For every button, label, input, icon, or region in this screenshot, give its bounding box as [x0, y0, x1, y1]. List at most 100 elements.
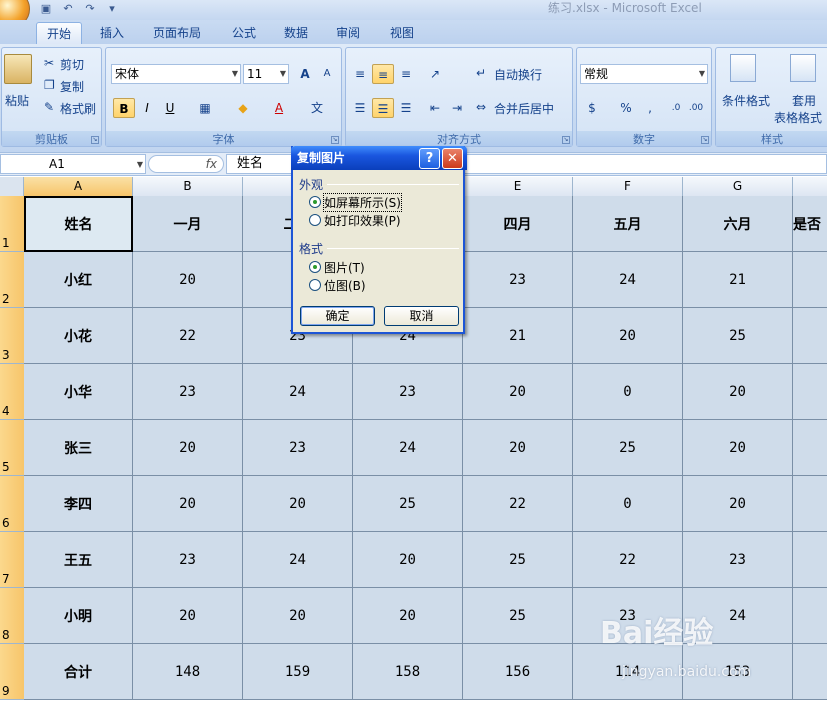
radio-as-shown-when-printed[interactable]: 如打印效果(P) [309, 212, 401, 228]
name-cell[interactable]: 小花 [24, 308, 133, 364]
table-cell[interactable]: 20 [353, 532, 463, 588]
table-cell[interactable]: 0 [573, 476, 683, 532]
radio-picture[interactable]: 图片(T) [309, 259, 365, 275]
header-cell[interactable]: 姓名 [24, 196, 133, 252]
table-cell[interactable]: 25 [683, 308, 793, 364]
table-cell[interactable]: 23 [243, 420, 353, 476]
table-cell[interactable]: 0 [573, 364, 683, 420]
table-cell[interactable]: 25 [573, 420, 683, 476]
column-header-h[interactable] [793, 177, 827, 196]
table-cell[interactable]: 21 [463, 308, 573, 364]
insert-function-button[interactable]: fx [148, 155, 224, 173]
radio-bitmap[interactable]: 位图(B) [309, 277, 366, 293]
table-cell[interactable] [793, 364, 827, 420]
table-cell[interactable]: 25 [353, 476, 463, 532]
increase-decimal-icon[interactable]: .0 [665, 98, 687, 118]
align-right-icon[interactable]: ☰ [395, 98, 417, 118]
table-cell[interactable]: 25 [463, 532, 573, 588]
name-cell[interactable]: 王五 [24, 532, 133, 588]
undo-icon[interactable]: ↶ [60, 2, 76, 16]
customize-qat-icon[interactable]: ▾ [104, 2, 120, 16]
column-header-f[interactable]: F [573, 177, 683, 196]
format-painter-icon[interactable]: ✎ [44, 100, 54, 114]
radio-as-shown-on-screen[interactable]: 如屏幕所示(S) [309, 192, 402, 212]
align-middle-icon[interactable]: ≡ [372, 64, 394, 84]
number-launcher-icon[interactable]: ↘ [701, 136, 709, 144]
row-header[interactable]: 8 [0, 588, 24, 644]
table-cell[interactable]: 23 [133, 532, 243, 588]
row-header[interactable]: 7 [0, 532, 24, 588]
table-cell[interactable]: 148 [133, 644, 243, 700]
cut-button[interactable]: 剪切 [60, 56, 84, 73]
font-color-icon[interactable]: A [268, 98, 290, 118]
wrap-text-button[interactable]: 自动换行 [494, 66, 542, 83]
tab-home[interactable]: 开始 [36, 22, 83, 44]
paste-icon[interactable] [4, 54, 32, 84]
tab-data[interactable]: 数据 [274, 22, 318, 44]
save-icon[interactable]: ▣ [38, 2, 54, 16]
table-cell[interactable]: 20 [133, 476, 243, 532]
percent-icon[interactable]: % [615, 98, 637, 118]
header-cell[interactable]: 一月 [133, 196, 243, 252]
table-cell[interactable]: 20 [463, 364, 573, 420]
align-left-icon[interactable]: ☰ [349, 98, 371, 118]
row-header[interactable]: 4 [0, 364, 24, 420]
column-header-a[interactable]: A [24, 177, 133, 196]
table-format-icon[interactable] [790, 54, 816, 82]
table-cell[interactable]: 159 [243, 644, 353, 700]
paste-button[interactable]: 粘贴 [5, 92, 29, 109]
tab-page-layout[interactable]: 页面布局 [143, 22, 211, 44]
font-family-select[interactable]: 宋体 ▼ [111, 64, 241, 84]
tab-view[interactable]: 视图 [380, 22, 424, 44]
cancel-button[interactable]: 取消 [384, 306, 459, 326]
table-cell[interactable]: 24 [243, 364, 353, 420]
row-header[interactable]: 9 [0, 644, 24, 700]
table-cell[interactable]: 20 [683, 476, 793, 532]
table-cell[interactable]: 156 [463, 644, 573, 700]
copy-button[interactable]: 复制 [60, 78, 84, 95]
tab-review[interactable]: 审阅 [326, 22, 370, 44]
table-format-button-line2[interactable]: 表格格式 [774, 109, 822, 126]
table-cell[interactable]: 24 [573, 252, 683, 308]
table-cell[interactable]: 23 [133, 364, 243, 420]
grow-font-icon[interactable]: A [294, 64, 316, 84]
clipboard-launcher-icon[interactable]: ↘ [91, 136, 99, 144]
column-header-b[interactable]: B [133, 177, 243, 196]
ok-button[interactable]: 确定 [300, 306, 375, 326]
align-top-icon[interactable]: ≡ [349, 64, 371, 84]
increase-indent-icon[interactable]: ⇥ [446, 98, 468, 118]
column-header-g[interactable]: G [683, 177, 793, 196]
number-format-select[interactable]: 常规 ▼ [580, 64, 708, 84]
header-cell[interactable]: 是否 [793, 196, 827, 252]
row-header[interactable]: 3 [0, 308, 24, 364]
header-cell[interactable]: 六月 [683, 196, 793, 252]
font-launcher-icon[interactable]: ↘ [331, 136, 339, 144]
table-cell[interactable]: 23 [463, 252, 573, 308]
table-cell[interactable] [793, 252, 827, 308]
select-all-button[interactable] [0, 177, 24, 196]
shrink-font-icon[interactable]: A [316, 64, 338, 84]
name-box[interactable]: A1 ▼ [0, 154, 146, 174]
name-cell[interactable]: 合计 [24, 644, 133, 700]
merge-center-icon[interactable]: ⇔ [476, 100, 486, 114]
align-center-icon[interactable]: ☰ [372, 98, 394, 118]
table-cell[interactable]: 20 [463, 420, 573, 476]
name-cell[interactable]: 小华 [24, 364, 133, 420]
table-cell[interactable]: 24 [353, 420, 463, 476]
table-cell[interactable]: 20 [133, 420, 243, 476]
table-cell[interactable]: 22 [133, 308, 243, 364]
wrap-text-icon[interactable]: ↵ [476, 66, 486, 80]
name-cell[interactable]: 小明 [24, 588, 133, 644]
table-cell[interactable]: 20 [353, 588, 463, 644]
format-painter-button[interactable]: 格式刷 [60, 100, 96, 117]
row-header[interactable]: 5 [0, 420, 24, 476]
name-cell[interactable]: 张三 [24, 420, 133, 476]
copy-icon[interactable]: ❐ [44, 78, 55, 92]
orientation-icon[interactable]: ↗ [424, 64, 446, 84]
table-format-button-line1[interactable]: 套用 [792, 92, 816, 109]
table-cell[interactable] [793, 532, 827, 588]
border-icon[interactable]: ▦ [194, 98, 216, 118]
alignment-launcher-icon[interactable]: ↘ [562, 136, 570, 144]
name-cell[interactable]: 小红 [24, 252, 133, 308]
cut-icon[interactable]: ✂ [44, 56, 54, 70]
